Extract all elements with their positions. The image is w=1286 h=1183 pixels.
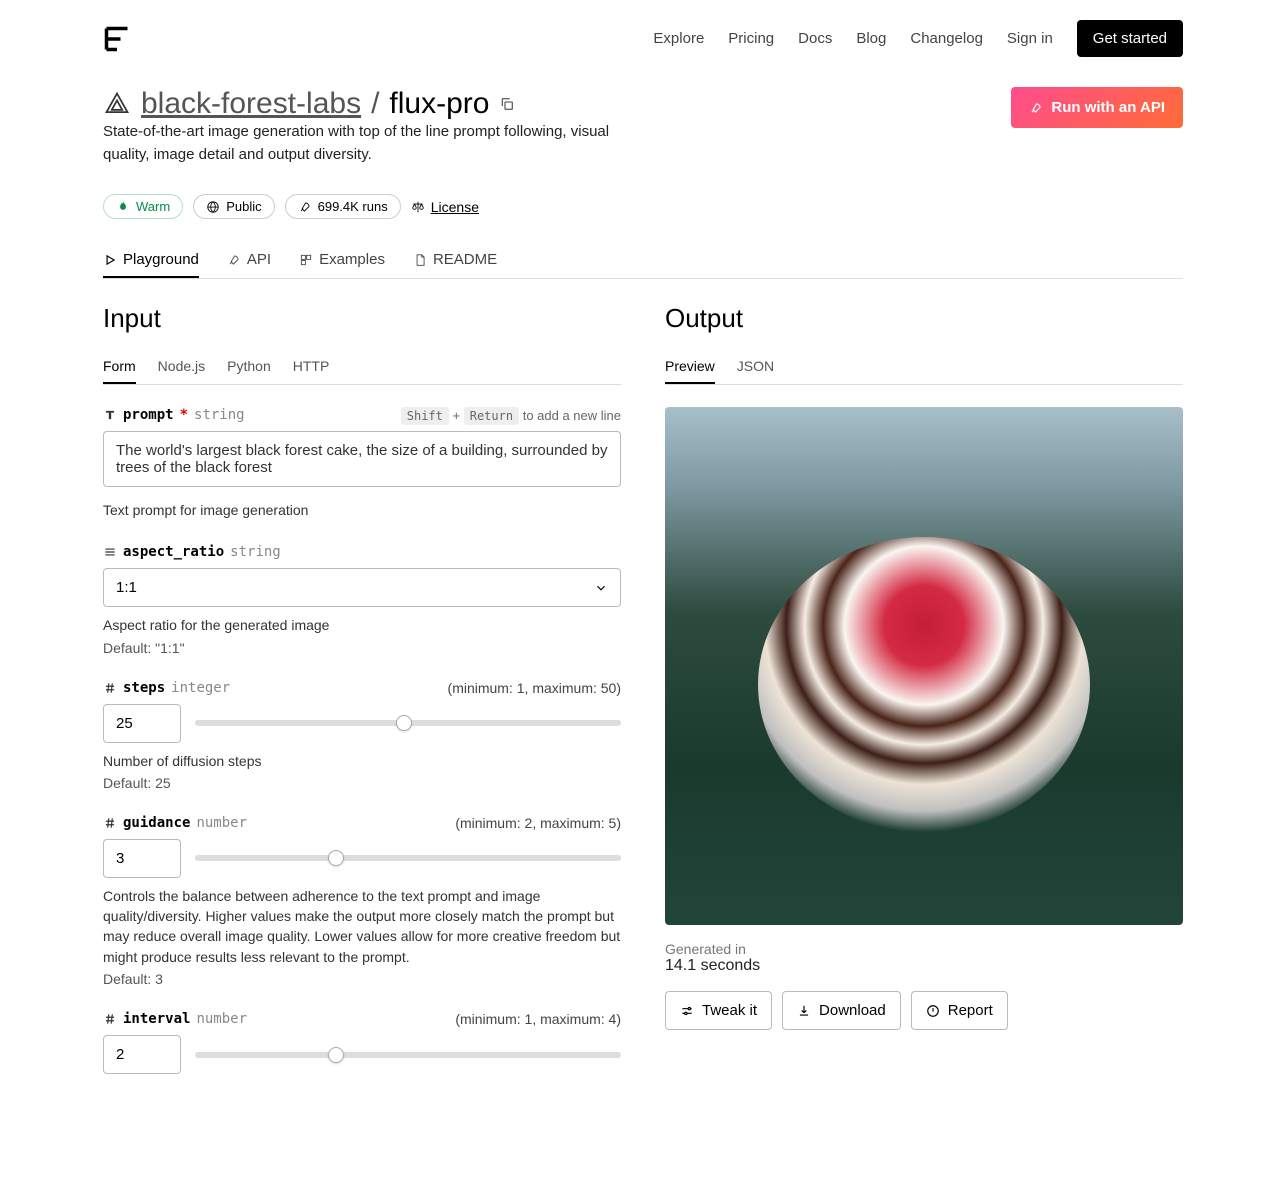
output-title: Output bbox=[665, 303, 1183, 334]
license-link[interactable]: License bbox=[411, 199, 479, 215]
file-icon bbox=[413, 253, 427, 267]
report-button[interactable]: Report bbox=[911, 991, 1008, 1030]
flame-icon bbox=[116, 200, 130, 214]
org-icon bbox=[103, 90, 131, 118]
tab-examples[interactable]: Examples bbox=[299, 243, 385, 278]
chevron-down-icon bbox=[594, 581, 608, 595]
logo-icon[interactable] bbox=[103, 25, 131, 53]
run-api-button[interactable]: Run with an API bbox=[1011, 87, 1183, 128]
breadcrumb: black-forest-labs / flux-pro bbox=[103, 87, 623, 121]
tab-readme[interactable]: README bbox=[413, 243, 497, 278]
list-icon bbox=[103, 545, 117, 559]
interval-input[interactable] bbox=[103, 1035, 181, 1074]
nav-changelog[interactable]: Changelog bbox=[910, 30, 983, 47]
subtab-http[interactable]: HTTP bbox=[293, 350, 330, 384]
hash-icon bbox=[103, 816, 117, 830]
subtab-python[interactable]: Python bbox=[227, 350, 271, 384]
sliders-icon bbox=[680, 1004, 694, 1018]
output-image[interactable] bbox=[665, 407, 1183, 925]
prompt-help: Text prompt for image generation bbox=[103, 500, 621, 520]
tab-api[interactable]: API bbox=[227, 243, 271, 278]
prompt-input[interactable]: The world's largest black forest cake, t… bbox=[103, 431, 621, 487]
subtab-json[interactable]: JSON bbox=[737, 350, 774, 384]
guidance-input[interactable] bbox=[103, 839, 181, 878]
nav-blog[interactable]: Blog bbox=[856, 30, 886, 47]
download-icon bbox=[797, 1004, 811, 1018]
play-icon bbox=[103, 253, 117, 267]
globe-icon bbox=[206, 200, 220, 214]
model-name: flux-pro bbox=[389, 87, 489, 121]
copy-icon[interactable] bbox=[499, 96, 515, 112]
alert-icon bbox=[926, 1004, 940, 1018]
grid-icon bbox=[299, 253, 313, 267]
subtab-preview[interactable]: Preview bbox=[665, 350, 715, 384]
download-button[interactable]: Download bbox=[782, 991, 901, 1030]
generated-label: Generated in bbox=[665, 941, 1183, 957]
rocket-icon bbox=[298, 200, 312, 214]
hash-icon bbox=[103, 681, 117, 695]
get-started-button[interactable]: Get started bbox=[1077, 20, 1183, 57]
tab-playground[interactable]: Playground bbox=[103, 243, 199, 278]
nav-docs[interactable]: Docs bbox=[798, 30, 832, 47]
rocket-icon bbox=[1029, 101, 1043, 115]
nav-pricing[interactable]: Pricing bbox=[728, 30, 774, 47]
scale-icon bbox=[411, 200, 425, 214]
guidance-slider[interactable] bbox=[195, 855, 621, 861]
generated-time: 14.1 seconds bbox=[665, 957, 1183, 975]
model-description: State-of-the-art image generation with t… bbox=[103, 121, 623, 166]
text-icon bbox=[103, 408, 117, 422]
interval-slider[interactable] bbox=[195, 1052, 621, 1058]
subtab-form[interactable]: Form bbox=[103, 350, 136, 384]
org-link[interactable]: black-forest-labs bbox=[141, 87, 361, 121]
runs-badge: 699.4K runs bbox=[285, 194, 401, 219]
tweak-button[interactable]: Tweak it bbox=[665, 991, 772, 1030]
steps-input[interactable] bbox=[103, 704, 181, 743]
rocket-icon bbox=[227, 253, 241, 267]
aspect-ratio-select[interactable]: 1:1 bbox=[103, 568, 621, 607]
steps-slider[interactable] bbox=[195, 720, 621, 726]
input-title: Input bbox=[103, 303, 621, 334]
warm-badge: Warm bbox=[103, 194, 183, 219]
nav-explore[interactable]: Explore bbox=[653, 30, 704, 47]
hash-icon bbox=[103, 1012, 117, 1026]
nav-signin[interactable]: Sign in bbox=[1007, 30, 1053, 47]
public-badge: Public bbox=[193, 194, 274, 219]
subtab-nodejs[interactable]: Node.js bbox=[158, 350, 205, 384]
